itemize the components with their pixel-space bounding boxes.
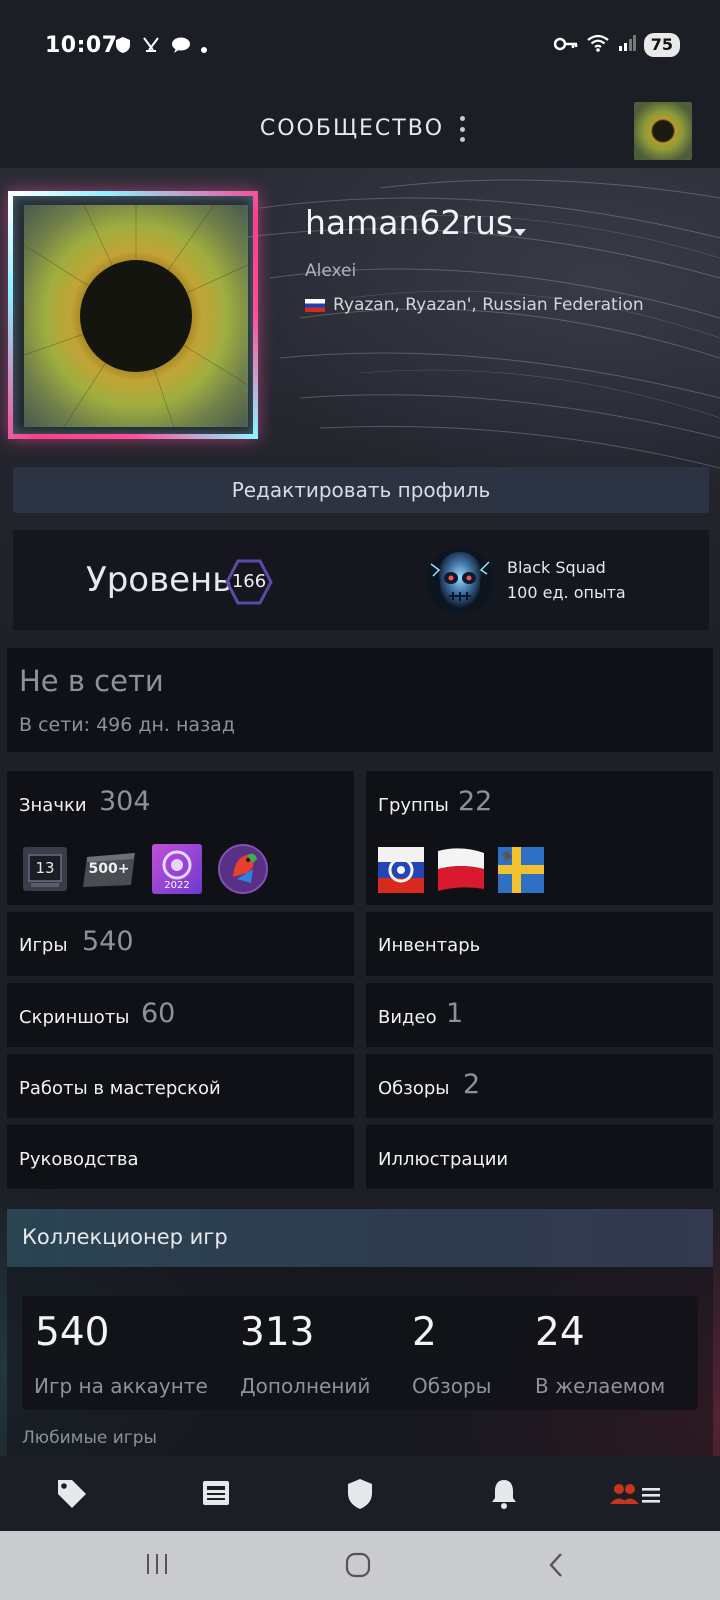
header-avatar[interactable] [634, 102, 692, 160]
years-badge-number: 13 [35, 859, 55, 877]
group-sweden-flag-icon [498, 847, 544, 893]
stat-wishlist-label: В желаемом [535, 1374, 666, 1398]
profile-username[interactable]: haman62rus [305, 203, 513, 242]
home-icon[interactable] [344, 1551, 372, 1583]
screenshots-tile[interactable]: Скриншоты 60 [7, 983, 354, 1047]
profile-real-name: Alexei [305, 261, 357, 281]
profile-location: Ryazan, Ryazan', Russian Federation [305, 295, 644, 315]
badges-tile[interactable]: Значки 304 13 500+ 2022 [7, 771, 354, 905]
edit-profile-button[interactable]: Редактировать профиль [13, 467, 709, 513]
community-menu-icon[interactable] [606, 1476, 662, 1512]
stat-dlc-label: Дополнений [240, 1374, 371, 1398]
screenshots-label: Скриншоты [19, 1007, 130, 1028]
inventory-tile[interactable]: Инвентарь [366, 912, 713, 976]
wifi-icon [586, 34, 610, 56]
chat-bubble-icon [171, 36, 191, 58]
signal-icon [618, 35, 636, 55]
notification-icons [115, 36, 207, 58]
guides-tile[interactable]: Руководства [7, 1125, 354, 1189]
last-online-text: В сети: 496 дн. назад [19, 714, 235, 736]
replay-badge-year: 2022 [164, 880, 190, 891]
screenshots-count: 60 [141, 998, 176, 1029]
system-status-icons: 75 [553, 33, 680, 57]
hockey-icon [141, 36, 161, 58]
back-icon[interactable] [546, 1551, 566, 1583]
games-count: 540 [82, 926, 134, 957]
guides-label: Руководства [19, 1149, 139, 1170]
status-bar: 10:07 75 [0, 0, 720, 92]
reviews-tile[interactable]: Обзоры 2 [366, 1054, 713, 1118]
online-status-title: Не в сети [19, 664, 164, 698]
videos-label: Видео [378, 1007, 437, 1028]
stat-reviews-label: Обзоры [412, 1374, 492, 1398]
games-owned-badge-icon: 500+ [83, 845, 135, 893]
profile-avatar[interactable] [8, 191, 258, 439]
bottom-navigation [0, 1456, 720, 1531]
online-status-panel: Не в сети В сети: 496 дн. назад [7, 648, 713, 752]
badge-xp: 100 ед. опыта [507, 583, 626, 602]
group-russia-steam-icon [378, 847, 424, 893]
shield-icon[interactable] [340, 1476, 380, 1512]
workshop-tile[interactable]: Работы в мастерской [7, 1054, 354, 1118]
shield-status-icon [115, 36, 131, 58]
badge-name: Black Squad [507, 558, 606, 577]
reviews-label: Обзоры [378, 1078, 450, 1099]
artwork-tile[interactable]: Иллюстрации [366, 1125, 713, 1189]
stat-games-value[interactable]: 540 [35, 1310, 109, 1355]
stat-dlc-value[interactable]: 313 [240, 1310, 314, 1355]
parrot-badge-icon [217, 843, 269, 895]
status-time: 10:07 [45, 33, 118, 58]
overflow-menu-icon[interactable] [452, 114, 472, 144]
store-tag-icon[interactable] [52, 1476, 92, 1512]
more-notifications-dot-icon [201, 47, 207, 53]
groups-tile[interactable]: Группы 22 [366, 771, 713, 905]
bell-icon[interactable] [484, 1476, 524, 1512]
russia-flag-icon [305, 298, 325, 312]
game-collector-title: Коллекционер игр [22, 1225, 228, 1249]
badges-count: 304 [99, 786, 151, 817]
avatar-neon-frame [8, 191, 258, 439]
level-label: Уровень [86, 560, 233, 600]
badges-label: Значки [19, 795, 87, 816]
recent-apps-icon[interactable] [144, 1551, 170, 1581]
games-tile[interactable]: Игры 540 [7, 912, 354, 976]
game-collector-stats: 540 Игр на аккаунте 313 Дополнений 2 Обз… [22, 1296, 698, 1410]
videos-count: 1 [446, 998, 464, 1029]
workshop-label: Работы в мастерской [19, 1078, 221, 1099]
games-label: Игры [19, 935, 68, 956]
username-dropdown-icon[interactable] [514, 229, 526, 236]
level-panel[interactable]: Уровень 166 Black Squad 100 ед. опыта [13, 530, 709, 630]
group-poland-flag-icon [438, 847, 484, 893]
system-navigation-bar [0, 1531, 720, 1600]
years-of-service-badge-icon: 13 [21, 845, 69, 893]
black-squad-badge-icon [423, 544, 497, 618]
battery-indicator: 75 [643, 33, 680, 57]
artwork-label: Иллюстрации [378, 1149, 509, 1170]
favorite-games-label: Любимые игры [22, 1428, 157, 1448]
level-value: 166 [231, 571, 267, 592]
games-owned-badge-number: 500+ [88, 861, 130, 877]
key-icon [553, 36, 578, 55]
reviews-count: 2 [463, 1069, 481, 1100]
news-icon[interactable] [196, 1476, 236, 1512]
app-header: СООБЩЕСТВО [0, 92, 720, 168]
steam-replay-badge-icon: 2022 [151, 843, 203, 895]
stat-reviews-value[interactable]: 2 [412, 1310, 437, 1355]
stat-wishlist-value[interactable]: 24 [535, 1310, 585, 1355]
inventory-label: Инвентарь [378, 935, 481, 956]
videos-tile[interactable]: Видео 1 [366, 983, 713, 1047]
page-title: СООБЩЕСТВО [259, 116, 445, 141]
groups-count: 22 [458, 786, 493, 817]
stat-games-label: Игр на аккаунте [34, 1374, 208, 1398]
groups-label: Группы [378, 795, 449, 816]
location-text: Ryazan, Ryazan', Russian Federation [333, 295, 644, 315]
game-collector-header: Коллекционер игр [7, 1209, 713, 1267]
